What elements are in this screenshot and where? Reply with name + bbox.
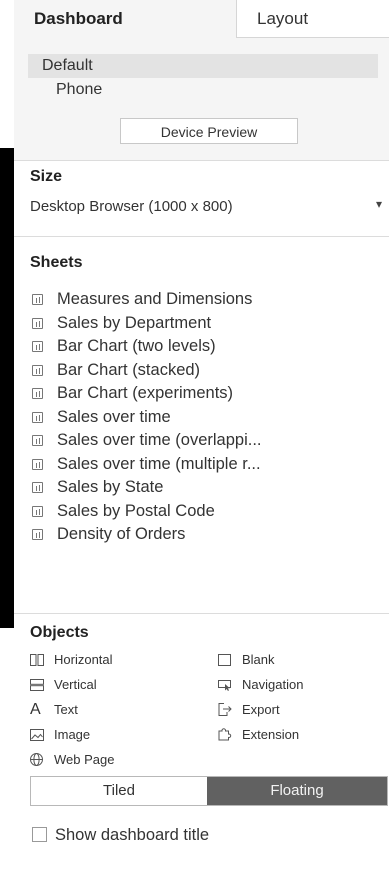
sheet-item-label: Sales over time (overlappi... [57, 431, 262, 449]
sheet-item[interactable]: Sales over time (multiple r... [32, 453, 262, 477]
sheet-item[interactable]: Sales by Department [32, 312, 262, 336]
sheet-item-label: Sales by State [57, 478, 164, 496]
device-item-default[interactable]: Default [28, 54, 378, 78]
worksheet-icon [32, 388, 43, 399]
sheet-item-label: Bar Chart (stacked) [57, 360, 201, 379]
device-item-phone[interactable]: Phone [56, 78, 102, 102]
object-label: Web Page [54, 752, 115, 767]
sheet-item-label: Density of Orders [57, 525, 186, 543]
sheet-item[interactable]: Sales by State [32, 476, 262, 500]
worksheet-icon [32, 411, 43, 423]
device-preview-button[interactable]: Device Preview [120, 118, 298, 144]
divider [14, 236, 389, 237]
device-section: Default Phone Device Preview [14, 38, 389, 161]
show-title-label: Show dashboard title [55, 826, 210, 844]
show-title-checkbox[interactable] [32, 827, 47, 842]
object-image[interactable]: Image [30, 725, 90, 745]
blank-icon [218, 650, 242, 670]
text-icon: A [30, 701, 41, 718]
worksheet-icon [32, 364, 43, 376]
sheet-item[interactable]: Density of Orders [32, 523, 262, 547]
tiled-button[interactable]: Tiled [31, 777, 207, 805]
worksheet-icon [32, 435, 43, 446]
worksheet-icon [32, 482, 43, 493]
panel-tabs: Dashboard Layout [14, 0, 389, 38]
worksheet-icon [32, 458, 43, 470]
object-label: Navigation [242, 677, 304, 692]
sheet-item[interactable]: Sales over time (overlappi... [32, 429, 262, 453]
sheet-item-label: Measures and Dimensions [57, 290, 253, 308]
navigation-icon [218, 675, 242, 695]
floating-button[interactable]: Floating [207, 777, 387, 805]
puzzle-piece-icon [218, 725, 242, 745]
worksheet-icon [32, 341, 43, 352]
sheet-item[interactable]: Sales over time [32, 406, 262, 430]
sheet-item[interactable]: Measures and Dimensions [32, 288, 262, 312]
object-label: Text [54, 702, 78, 717]
sheet-item[interactable]: Bar Chart (stacked) [32, 359, 262, 383]
worksheet-icon [32, 505, 43, 517]
sheets-section-title: Sheets [30, 254, 83, 271]
sheet-item-label: Sales over time [57, 407, 171, 426]
object-label: Image [54, 727, 91, 742]
divider [14, 613, 389, 614]
chevron-down-icon[interactable]: ▾ [376, 197, 382, 211]
worksheet-icon [32, 294, 43, 305]
object-label: Export [242, 702, 280, 717]
sheet-item-label: Sales by Department [57, 313, 212, 332]
size-section-title: Size [30, 168, 63, 185]
horizontal-container-icon [30, 650, 54, 670]
tab-dashboard[interactable]: Dashboard [14, 0, 236, 38]
objects-section-title: Objects [30, 624, 89, 641]
sheet-list: Measures and Dimensions Sales by Departm… [32, 288, 262, 547]
size-dropdown[interactable]: Desktop Browser (1000 x 800) [30, 198, 233, 215]
tab-layout[interactable]: Layout [236, 0, 389, 38]
globe-icon [30, 750, 54, 770]
object-horizontal[interactable]: Horizontal [30, 650, 113, 670]
sheet-item-label: Bar Chart (experiments) [57, 384, 234, 402]
object-export[interactable]: Export [218, 700, 280, 720]
sheet-item[interactable]: Bar Chart (two levels) [32, 335, 262, 359]
object-extension[interactable]: Extension [218, 725, 299, 745]
object-label: Extension [242, 727, 300, 742]
object-label: Horizontal [54, 652, 113, 667]
sheet-item-label: Sales over time (multiple r... [57, 454, 261, 473]
export-icon [218, 700, 242, 720]
layout-mode-toggle: Tiled Floating [30, 776, 388, 806]
sheet-item-label: Sales by Postal Code [57, 501, 215, 520]
object-blank[interactable]: Blank [218, 650, 275, 670]
vertical-container-icon [30, 675, 54, 695]
object-text[interactable]: A Text [30, 700, 78, 720]
image-icon [30, 725, 54, 745]
object-vertical[interactable]: Vertical [30, 675, 97, 695]
worksheet-icon [32, 317, 43, 329]
object-label: Vertical [54, 677, 97, 692]
object-label: Blank [242, 652, 275, 667]
object-navigation[interactable]: Navigation [218, 675, 303, 695]
sheet-item-label: Bar Chart (two levels) [57, 337, 216, 355]
show-dashboard-title-option[interactable]: Show dashboard title [32, 824, 209, 846]
object-web-page[interactable]: Web Page [30, 750, 114, 770]
sheet-item[interactable]: Sales by Postal Code [32, 500, 262, 524]
worksheet-icon [32, 529, 43, 540]
sheet-item[interactable]: Bar Chart (experiments) [32, 382, 262, 406]
left-edge-bar [0, 148, 14, 628]
dashboard-panel: Dashboard Layout Default Phone Device Pr… [14, 0, 389, 870]
